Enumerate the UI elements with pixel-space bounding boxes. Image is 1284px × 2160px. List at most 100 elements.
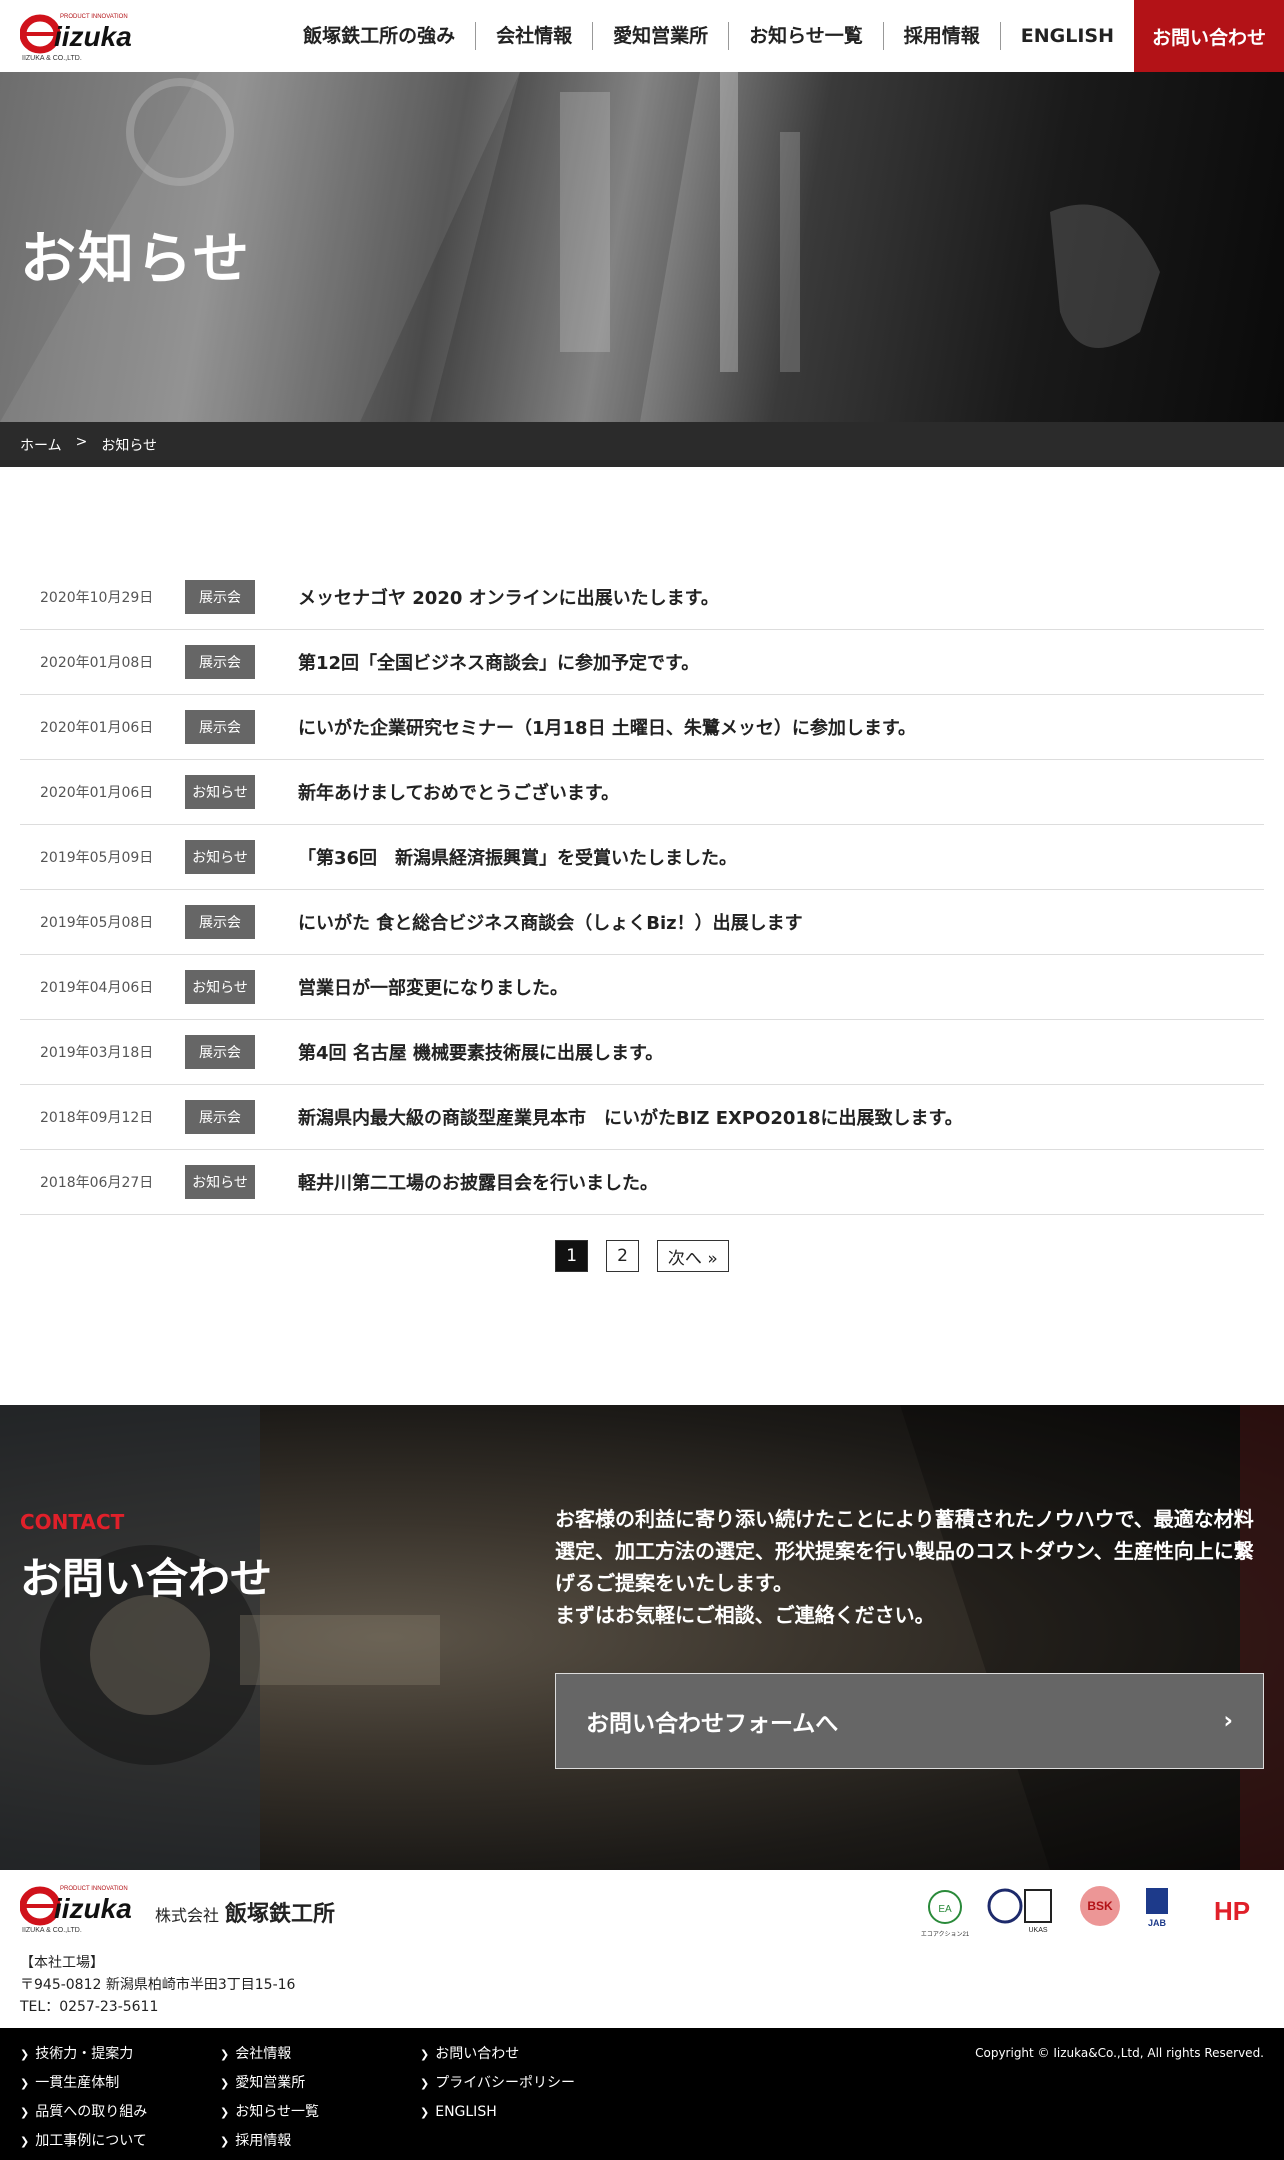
bsk-jab-certification-logo: BSK JAB — [1080, 1886, 1168, 1928]
news-item[interactable]: 2019年04月06日 お知らせ 営業日が一部変更になりました。 — [20, 955, 1264, 1020]
news-category-tag: 展示会 — [185, 580, 255, 614]
footer-nav: 技術力・提案力 一貫生産体制 品質への取り組み 加工事例について 会社情報 愛知… — [0, 2028, 1284, 2160]
footer-link[interactable]: 品質への取り組み — [20, 2098, 147, 2127]
svg-text:iizuka: iizuka — [54, 21, 132, 52]
page-2-link[interactable]: 2 — [606, 1240, 639, 1272]
breadcrumb-home[interactable]: ホーム — [20, 435, 62, 455]
company-prefix: 株式会社 — [155, 1906, 220, 1925]
footer-nav-column-3: お問い合わせ プライバシーポリシー ENGLISH — [420, 2040, 575, 2127]
news-title[interactable]: にいがた 食と総合ビジネス商談会（しょくBiz！）出展します — [298, 909, 803, 935]
contact-title: お問い合わせ — [20, 1554, 273, 1603]
news-item[interactable]: 2020年01月06日 展示会 にいがた企業研究セミナー（1月18日 土曜日、朱鷺メ… — [20, 695, 1264, 760]
news-title[interactable]: 営業日が一部変更になりました。 — [298, 974, 568, 1000]
news-date: 2019年03月18日 — [40, 1045, 154, 1061]
nav-recruit[interactable]: 採用情報 — [882, 22, 1000, 50]
footer-link[interactable]: プライバシーポリシー — [420, 2069, 575, 2098]
news-date: 2019年04月06日 — [40, 980, 154, 996]
news-title[interactable]: にいがた企業研究セミナー（1月18日 土曜日、朱鷺メッセ）に参加します。 — [298, 714, 916, 740]
svg-text:PRODUCT INNOVATION: PRODUCT INNOVATION — [60, 1886, 128, 1892]
news-category-tag: 展示会 — [185, 645, 255, 679]
svg-text:PRODUCT INNOVATION: PRODUCT INNOVATION — [60, 14, 128, 20]
hero-banner: お知らせ — [0, 72, 1284, 422]
svg-text:IIZUKA & CO.,LTD.: IIZUKA & CO.,LTD. — [22, 1927, 82, 1934]
news-category-tag: 展示会 — [185, 1035, 255, 1069]
eco-action-21-logo: EA エコアクション21 — [921, 1890, 970, 1938]
news-title[interactable]: 軽井川第二工場のお披露目会を行いました。 — [298, 1169, 658, 1195]
contact-section: CONTACT お問い合わせ お客様の利益に寄り添い続けたことにより蓄積されたノ… — [0, 1405, 1284, 1870]
nav-company[interactable]: 会社情報 — [475, 22, 592, 50]
nav-english[interactable]: ENGLISH — [999, 22, 1134, 50]
news-item[interactable]: 2018年09月12日 展示会 新潟県内最大級の商談型産業見本市 にいがたBIZ E… — [20, 1085, 1264, 1150]
footer-company-name: 株式会社 飯塚鉄工所 — [155, 1896, 335, 1928]
nav-aichi-office[interactable]: 愛知営業所 — [592, 22, 728, 50]
cert-label: エコアクション21 — [921, 1931, 970, 1938]
svg-text:EA: EA — [938, 1904, 952, 1915]
news-title[interactable]: 新年あけましておめでとうございます。 — [298, 779, 619, 805]
news-item[interactable]: 2020年01月08日 展示会 第12回「全国ビジネス商談会」に参加予定です。 — [20, 630, 1264, 695]
news-category-tag: 展示会 — [185, 905, 255, 939]
company-name: 飯塚鉄工所 — [225, 1902, 336, 1927]
page-title: お知らせ — [20, 227, 251, 292]
address-line: 〒945-0812 新潟県柏崎市半田3丁目15-16 — [20, 1977, 296, 1993]
news-title[interactable]: 第4回 名古屋 機械要素技術展に出展します。 — [298, 1039, 663, 1065]
contact-label: CONTACT — [20, 1510, 125, 1534]
contact-form-button[interactable]: お問い合わせフォームへ › — [555, 1673, 1264, 1769]
news-list: 2020年10月29日 展示会 メッセナゴヤ 2020 オンラインに出展いたします。… — [20, 565, 1264, 1215]
news-item[interactable]: 2019年03月18日 展示会 第4回 名古屋 機械要素技術展に出展します。 — [20, 1020, 1264, 1085]
contact-text-1: お客様の利益に寄り添い続けたことにより蓄積されたノウハウで、最適な材料選定、加工… — [555, 1507, 1254, 1595]
footer-link[interactable]: 愛知営業所 — [220, 2069, 319, 2098]
news-item[interactable]: 2020年01月06日 お知らせ 新年あけましておめでとうございます。 — [20, 760, 1264, 825]
nav-contact-button[interactable]: お問い合わせ — [1134, 0, 1284, 72]
news-title[interactable]: 第12回「全国ビジネス商談会」に参加予定です。 — [298, 649, 699, 675]
contact-description: お客様の利益に寄り添い続けたことにより蓄積されたノウハウで、最適な材料選定、加工… — [555, 1503, 1265, 1631]
cert-label: BSK — [1087, 1899, 1113, 1913]
news-title[interactable]: メッセナゴヤ 2020 オンラインに出展いたします。 — [298, 584, 719, 610]
news-date: 2020年10月29日 — [40, 590, 154, 606]
site-header: PRODUCT INNOVATION iizuka IIZUKA & CO.,L… — [0, 0, 1284, 72]
news-item[interactable]: 2019年05月08日 展示会 にいがた 食と総合ビジネス商談会（しょくBiz！）出… — [20, 890, 1264, 955]
footer-link[interactable]: お問い合わせ — [420, 2040, 575, 2069]
news-date: 2019年05月09日 — [40, 850, 154, 866]
footer-link[interactable]: 加工事例について — [20, 2127, 147, 2156]
footer-link[interactable]: お知らせ一覧 — [220, 2098, 319, 2127]
main-nav: 飯塚鉄工所の強み 会社情報 愛知営業所 お知らせ一覧 採用情報 ENGLISH — [283, 0, 1134, 72]
news-title[interactable]: 「第36回 新潟県経済振興賞」を受賞いたしました。 — [298, 844, 737, 870]
nav-news[interactable]: お知らせ一覧 — [728, 22, 883, 50]
contact-form-button-label: お問い合わせフォームへ — [586, 1711, 839, 1737]
cert-label: HP — [1214, 1896, 1250, 1926]
pagination: 1 2 次へ » — [0, 1240, 1284, 1272]
footer-link[interactable]: ENGLISH — [420, 2098, 575, 2127]
news-item[interactable]: 2020年10月29日 展示会 メッセナゴヤ 2020 オンラインに出展いたします。 — [20, 565, 1264, 630]
footer-nav-column-2: 会社情報 愛知営業所 お知らせ一覧 採用情報 — [220, 2040, 319, 2156]
news-date: 2020年01月06日 — [40, 720, 154, 736]
footer-address: 【本社工場】 〒945-0812 新潟県柏崎市半田3丁目15-16 TEL：02… — [20, 1952, 295, 2018]
news-category-tag: 展示会 — [185, 1100, 255, 1134]
breadcrumb-separator: > — [75, 433, 88, 450]
news-date: 2020年01月06日 — [40, 785, 154, 801]
phone-number: TEL：0257-23-5611 — [20, 1999, 159, 2015]
footer-link[interactable]: 採用情報 — [220, 2127, 319, 2156]
ukas-certification-logo: UKAS — [987, 1888, 1052, 1934]
footer-link[interactable]: 一貫生産体制 — [20, 2069, 147, 2098]
news-date: 2018年09月12日 — [40, 1110, 154, 1126]
footer-link[interactable]: 会社情報 — [220, 2040, 319, 2069]
news-date: 2020年01月08日 — [40, 655, 154, 671]
news-title[interactable]: 新潟県内最大級の商談型産業見本市 にいがたBIZ EXPO2018に出展致します… — [298, 1104, 963, 1130]
news-date: 2019年05月08日 — [40, 915, 154, 931]
news-item[interactable]: 2019年05月09日 お知らせ 「第36回 新潟県経済振興賞」を受賞いたしました。 — [20, 825, 1264, 890]
contact-background-image — [0, 1405, 1284, 1870]
news-category-tag: お知らせ — [185, 970, 255, 1004]
news-item[interactable]: 2018年06月27日 お知らせ 軽井川第二工場のお披露目会を行いました。 — [20, 1150, 1264, 1215]
copyright: Copyright © Iizuka&Co.,Ltd, All rights R… — [975, 2046, 1264, 2060]
address-label: 【本社工場】 — [20, 1955, 104, 1971]
footer-logo[interactable]: PRODUCT INNOVATION iizuka IIZUKA & CO.,L… — [20, 1880, 136, 1936]
svg-text:iizuka: iizuka — [54, 1893, 132, 1924]
footer-link[interactable]: 技術力・提案力 — [20, 2040, 147, 2069]
news-category-tag: お知らせ — [185, 775, 255, 809]
company-logo[interactable]: PRODUCT INNOVATION iizuka IIZUKA & CO.,L… — [20, 8, 136, 64]
news-category-tag: お知らせ — [185, 1165, 255, 1199]
news-category-tag: お知らせ — [185, 840, 255, 874]
nav-strengths[interactable]: 飯塚鉄工所の強み — [283, 22, 475, 50]
next-page-link[interactable]: 次へ » — [656, 1240, 729, 1272]
footer-info: PRODUCT INNOVATION iizuka IIZUKA & CO.,L… — [0, 1870, 1284, 2028]
